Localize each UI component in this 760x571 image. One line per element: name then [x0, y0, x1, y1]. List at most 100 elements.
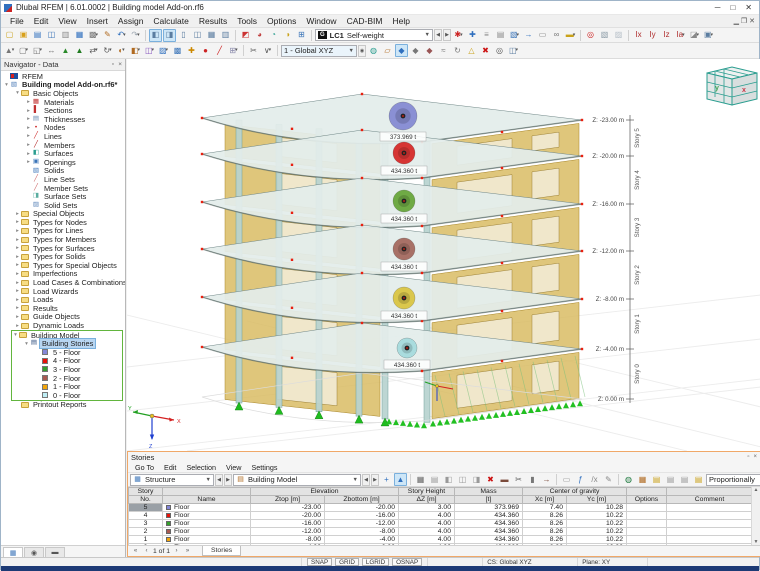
cell-mass[interactable]: 434.360	[455, 512, 523, 520]
menu-item-view[interactable]: View	[53, 15, 81, 27]
tree-item-solids[interactable]: ▧Solids	[1, 167, 125, 176]
cell-dz[interactable]: 4.00	[399, 528, 455, 536]
levels-icon[interactable]: ≡	[480, 29, 493, 42]
formula-x-icon[interactable]: /x	[588, 473, 601, 486]
print-icon[interactable]: ▩▾	[87, 29, 100, 42]
more-views-icon[interactable]: ▣▾	[702, 29, 715, 42]
render-mode-icon[interactable]: ▦	[205, 29, 218, 42]
edit-tools-icon[interactable]: ✂	[247, 44, 260, 57]
layout-toggle-icon[interactable]: ◫	[191, 29, 204, 42]
cell-name[interactable]: Floor	[163, 520, 251, 528]
warning-icon[interactable]: △	[465, 44, 478, 57]
expand-arrow-icon[interactable]: ▸	[14, 262, 21, 268]
tree-item-special-objects[interactable]: ▸Special Objects	[1, 210, 125, 219]
tree-item-load-wizards[interactable]: ▸Load Wizards	[1, 287, 125, 296]
find-node-icon[interactable]: ◎	[584, 29, 597, 42]
expand-arrow-icon[interactable]: ▸	[25, 108, 32, 114]
new-model-icon[interactable]: ▢	[3, 29, 16, 42]
mirror-icon[interactable]: ◐▾	[115, 44, 128, 57]
menu-item-tools[interactable]: Tools	[232, 15, 262, 27]
guidelines-icon[interactable]: ≈	[437, 44, 450, 57]
add-load-icon[interactable]: ✚	[466, 29, 479, 42]
load-case-combobox[interactable]: G LC1 Self-weight ▼	[315, 29, 433, 41]
stories-menu-go-to[interactable]: Go To	[130, 463, 159, 472]
weld-icon[interactable]: ✚	[185, 44, 198, 57]
cell-ztop[interactable]: -16.00	[251, 520, 325, 528]
copy-icon[interactable]: ◫	[45, 29, 58, 42]
stories-menu-settings[interactable]: Settings	[246, 463, 282, 472]
generate-loads-icon[interactable]: ✱▾	[452, 29, 465, 42]
tree-item-imperfections[interactable]: ▸Imperfections	[1, 270, 125, 279]
cell-options[interactable]	[627, 504, 667, 512]
expand-arrow-icon[interactable]: ▾	[14, 90, 21, 96]
expand-arrow-icon[interactable]: ▸	[14, 219, 21, 225]
tree-item-loads[interactable]: ▸Loads	[1, 295, 125, 304]
minimize-button[interactable]: ─	[715, 3, 721, 12]
insert-block-icon[interactable]: ▥	[59, 29, 72, 42]
select-arrow-icon[interactable]: ▲▾	[3, 44, 16, 57]
tree-item-types-for-nodes[interactable]: ▸Types for Nodes	[1, 218, 125, 227]
note-icon[interactable]: ▭	[536, 29, 549, 42]
tree-item-printout-reports[interactable]: Printout Reports	[1, 401, 125, 410]
menu-item-edit[interactable]: Edit	[29, 15, 54, 27]
load-case-next-button[interactable]: ▶	[443, 29, 451, 41]
expand-arrow-icon[interactable]: ▸	[25, 151, 32, 157]
mdi-controls[interactable]: ▁ ❐ ✕	[734, 17, 759, 25]
tree-item-2-floor[interactable]: 2 - Floor	[12, 374, 122, 383]
cell-story-no[interactable]: 0	[129, 544, 163, 546]
copy-row-icon[interactable]: ▮	[526, 473, 539, 486]
tree-item-types-for-members[interactable]: ▸Types for Members	[1, 235, 125, 244]
export-icon[interactable]: →	[522, 29, 535, 42]
expand-arrow-icon[interactable]: ▸	[14, 254, 21, 260]
last-page-button[interactable]: »	[183, 548, 192, 554]
tree-item-types-for-solids[interactable]: ▸Types for Solids	[1, 252, 125, 261]
views-navigator-tab[interactable]: ▬	[45, 547, 65, 557]
tree-item-nodes[interactable]: ▸•Nodes	[1, 124, 125, 133]
expand-arrow-icon[interactable]: ▸	[25, 99, 32, 105]
filter-next-button[interactable]: ▶	[224, 474, 232, 486]
table-filter-combobox[interactable]: ▦ Structure ▼	[130, 474, 214, 486]
excel-export-icon[interactable]: ◍	[622, 473, 635, 486]
cell-mass[interactable]: 434.360	[455, 536, 523, 544]
snap-node-icon[interactable]: ◆	[395, 44, 408, 57]
save-as-icon[interactable]: ▦	[73, 29, 86, 42]
stories-pin-icon[interactable]: ▫	[747, 454, 749, 460]
table-scrollbar[interactable]: ▲ ▼	[751, 487, 760, 545]
pick-row-icon[interactable]: ▲	[394, 473, 407, 486]
edit-formula-icon[interactable]: ✎	[602, 473, 615, 486]
tree-item-surface-sets[interactable]: ◨Surface Sets	[1, 192, 125, 201]
link-icon[interactable]: ∞	[550, 29, 563, 42]
formula-icon[interactable]: ƒ	[574, 473, 587, 486]
model-3d-scene[interactable]: 373.969 t434.360 t434.360 t434.360 t434.…	[127, 59, 760, 451]
refresh-icon[interactable]: ◎	[493, 44, 506, 57]
cell-mass[interactable]: 434.360	[455, 544, 523, 546]
rotate-plane-icon[interactable]: ↻	[451, 44, 464, 57]
scale-combobox[interactable]: Proportionally ▼	[706, 474, 760, 486]
stories-menu-edit[interactable]: Edit	[159, 463, 181, 472]
new-node-icon[interactable]: ▲	[59, 44, 72, 57]
cell-dz[interactable]: 4.00	[399, 536, 455, 544]
redo-icon[interactable]: ↷▾	[129, 29, 142, 42]
tab-stories[interactable]: Stories	[202, 546, 241, 556]
tree-item-types-for-lines[interactable]: ▸Types for Lines	[1, 227, 125, 236]
cell-dz[interactable]: 4.00	[399, 512, 455, 520]
menu-item-assign[interactable]: Assign	[113, 15, 149, 27]
cell-zbottom[interactable]: -20.00	[325, 504, 399, 512]
tree-item-solid-sets[interactable]: ▨Solid Sets	[1, 201, 125, 210]
tree-item-building-model[interactable]: ▾Building Model	[12, 331, 122, 340]
cell-ztop[interactable]: -20.00	[251, 512, 325, 520]
story-row-4[interactable]: 4Floor-20.00-16.004.00434.3608.2610.22	[129, 512, 753, 520]
insert-line-icon[interactable]: ╱	[213, 44, 226, 57]
select-special-icon[interactable]: ∨▾	[261, 44, 274, 57]
story-row-5[interactable]: 5Floor-23.00-20.003.00373.9697.4010.28	[129, 504, 753, 512]
undo-icon[interactable]: ↶▾	[115, 29, 128, 42]
blank-cell-icon[interactable]: ▭	[560, 473, 573, 486]
viewport-3d[interactable]: 373.969 t434.360 t434.360 t434.360 t434.…	[127, 59, 760, 451]
expand-arrow-icon[interactable]: ▸	[14, 271, 21, 277]
work-plane-combobox[interactable]: 1 - Global XYZ ▼	[281, 45, 357, 57]
stories-panel-title-bar[interactable]: Stories ▫ ×	[128, 452, 760, 462]
cell-ztop[interactable]: -23.00	[251, 504, 325, 512]
next-page-button[interactable]: ›	[172, 548, 181, 554]
expand-arrow-icon[interactable]: ▸	[14, 323, 21, 329]
cell-yc[interactable]: 10.22	[567, 528, 627, 536]
